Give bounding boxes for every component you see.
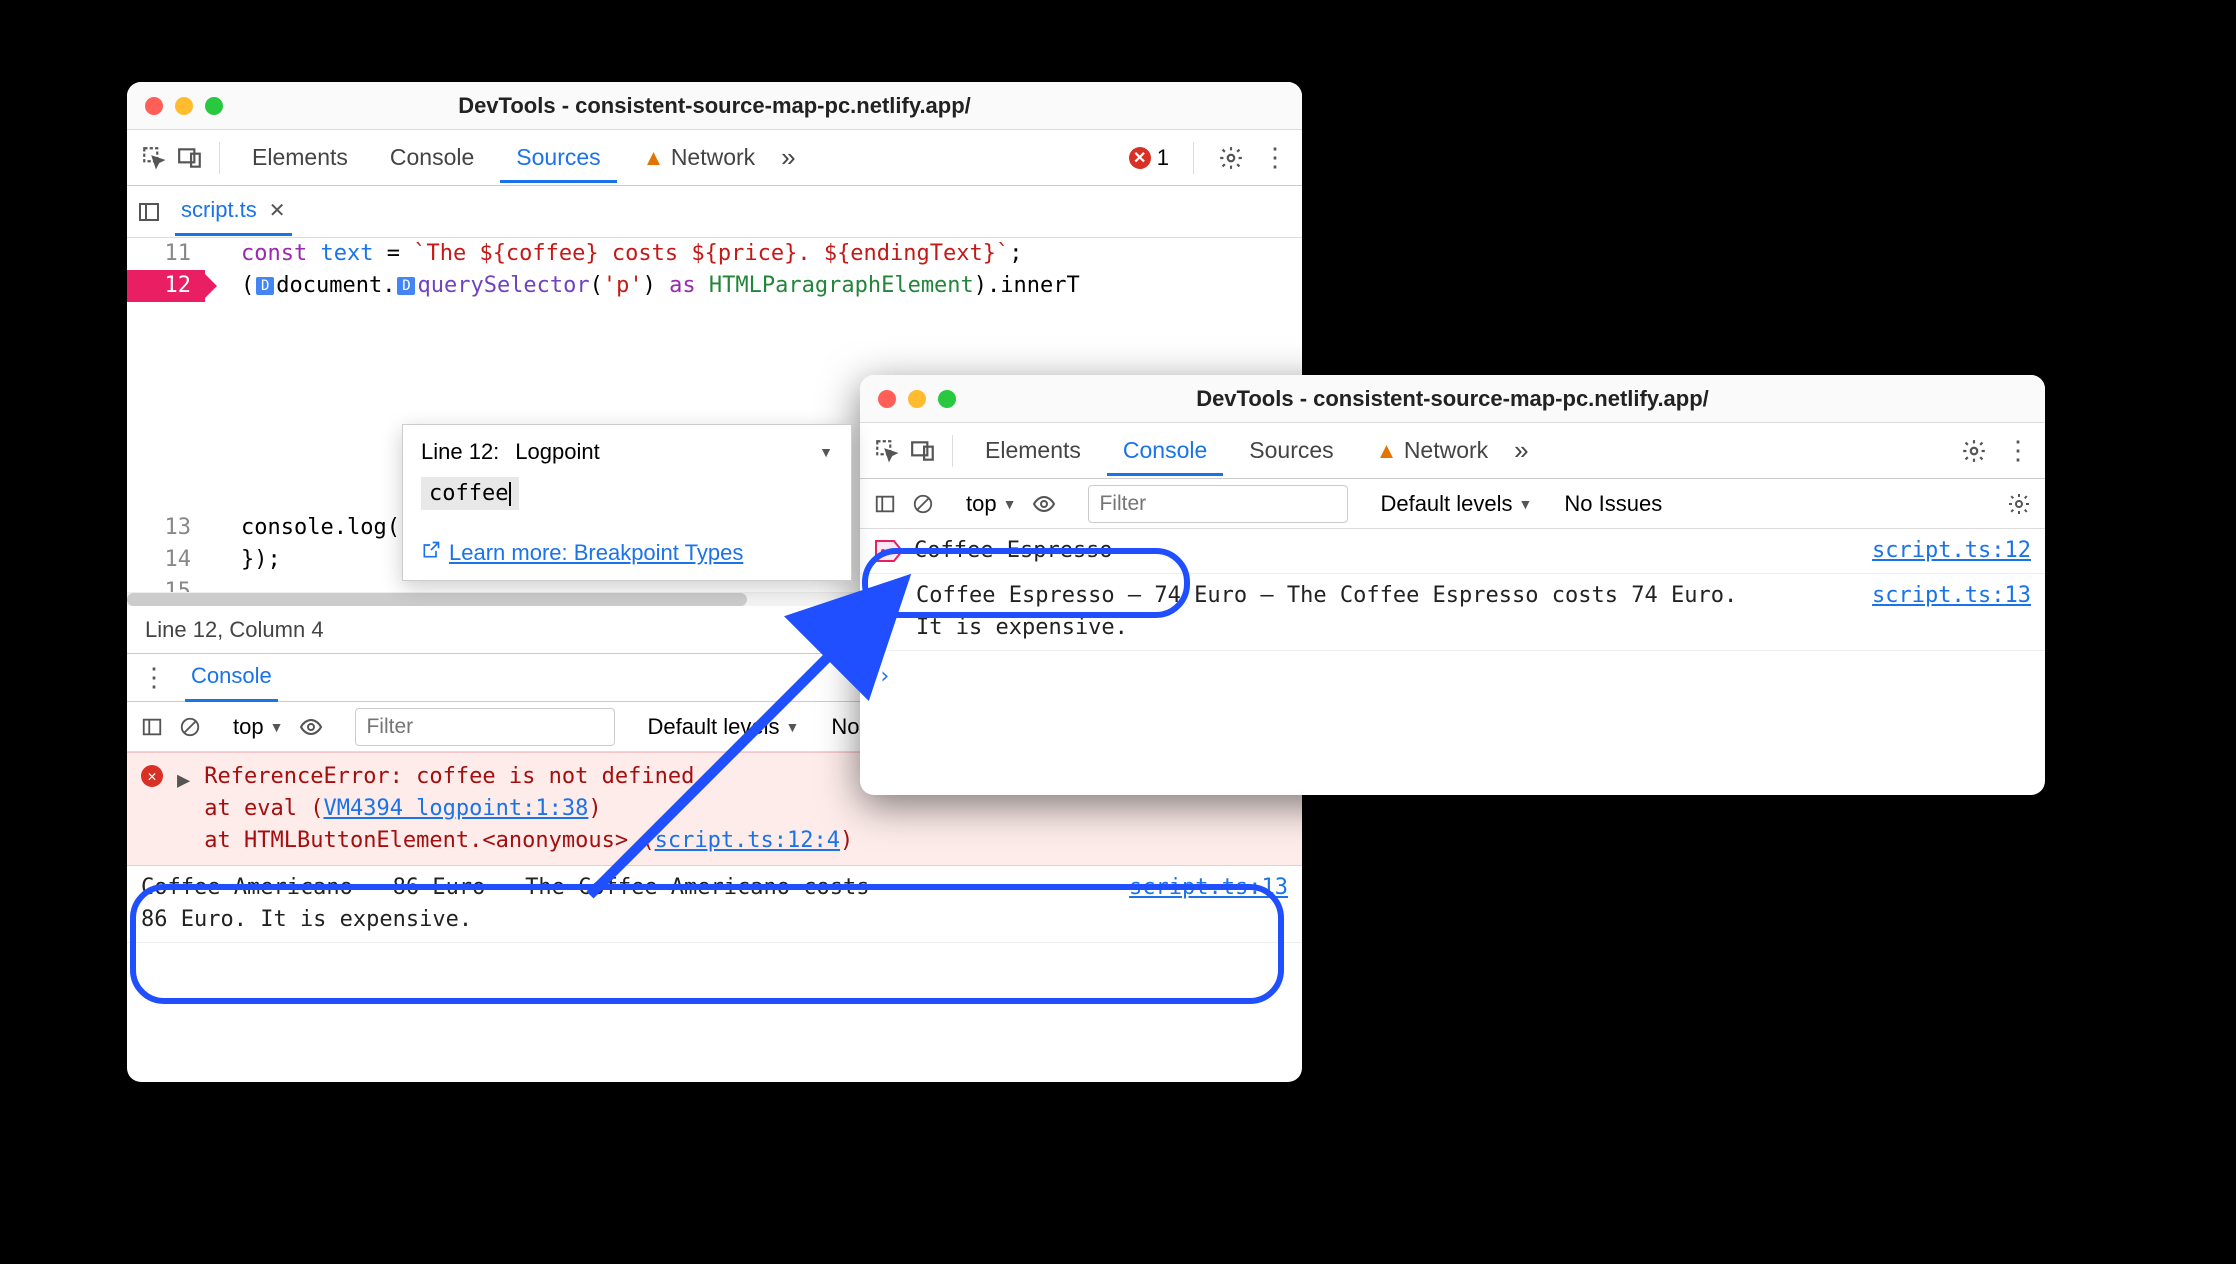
dropdown-icon[interactable]: ▼ <box>819 444 833 460</box>
debug-hint-icon[interactable]: D <box>397 277 415 295</box>
console-log-entry[interactable]: Coffee Americano – 86 Euro – The Coffee … <box>127 866 1302 943</box>
sidebar-toggle-icon[interactable] <box>874 493 896 515</box>
settings-icon[interactable] <box>1961 438 1987 464</box>
window-title: DevTools - consistent-source-map-pc.netl… <box>127 93 1302 119</box>
drawer-tab-console[interactable]: Console <box>185 653 278 702</box>
cursor-position: Line 12, Column 4 <box>145 617 324 643</box>
tab-network[interactable]: ▲ Network <box>1360 425 1505 476</box>
source-link[interactable]: script.ts:12 <box>1872 535 2031 567</box>
live-expression-icon[interactable] <box>299 715 323 739</box>
log-message: Coffee Espresso <box>914 535 1872 567</box>
source-link[interactable]: script.ts:13 <box>1129 872 1288 936</box>
stack-link[interactable]: script.ts:12:4 <box>655 828 840 853</box>
context-selector[interactable]: top▼ <box>233 714 283 740</box>
device-toolbar-icon[interactable] <box>177 145 203 171</box>
issues-label[interactable]: No Issues <box>1564 491 1662 517</box>
log-message: Coffee Espresso – 74 Euro – The Coffee E… <box>916 580 1766 644</box>
devtools-window-console: DevTools - consistent-source-map-pc.netl… <box>860 375 2045 795</box>
warning-icon: ▲ <box>1376 438 1398 463</box>
tab-elements[interactable]: Elements <box>236 132 364 183</box>
titlebar[interactable]: DevTools - consistent-source-map-pc.netl… <box>127 82 1302 130</box>
console-toolbar: top ▼ Default levels ▼ No Issues <box>860 479 2045 529</box>
line-number[interactable]: 14 <box>127 544 205 576</box>
console-output: Coffee Espresso script.ts:12 Coffee Espr… <box>860 529 2045 703</box>
kebab-menu-icon[interactable]: ⋮ <box>1262 142 1288 173</box>
learn-more-link[interactable]: Learn more: Breakpoint Types <box>421 540 833 566</box>
kebab-menu-icon[interactable]: ⋮ <box>2005 435 2031 466</box>
file-tab-row: script.ts ✕ <box>127 186 1302 238</box>
error-icon: ✕ <box>141 765 163 787</box>
maximize-window-button[interactable] <box>205 97 223 115</box>
live-expression-icon[interactable] <box>1032 492 1056 516</box>
sidebar-toggle-icon[interactable] <box>137 200 161 224</box>
close-tab-icon[interactable]: ✕ <box>269 198 286 223</box>
error-count-badge[interactable]: ✕ 1 <box>1129 145 1169 171</box>
error-icon: ✕ <box>1129 147 1151 169</box>
logpoint-marker-icon <box>874 535 904 567</box>
logpoint-expression-input[interactable]: coffee <box>421 477 519 510</box>
source-link[interactable]: script.ts:13 <box>1872 580 2031 644</box>
traffic-lights <box>878 390 956 408</box>
popover-type-label: Logpoint <box>515 439 599 465</box>
line-number-breakpoint[interactable]: 12 <box>127 270 205 302</box>
close-window-button[interactable] <box>878 390 896 408</box>
log-message: Coffee Americano – 86 Euro – The Coffee … <box>141 872 881 936</box>
console-prompt[interactable]: › <box>860 651 2045 703</box>
clear-console-icon[interactable] <box>912 493 934 515</box>
close-window-button[interactable] <box>145 97 163 115</box>
tab-elements[interactable]: Elements <box>969 425 1097 476</box>
titlebar[interactable]: DevTools - consistent-source-map-pc.netl… <box>860 375 2045 423</box>
clear-console-icon[interactable] <box>179 716 201 738</box>
tab-sources[interactable]: Sources <box>500 132 616 183</box>
line-number[interactable]: 11 <box>127 238 205 270</box>
scrollbar-thumb[interactable] <box>127 593 747 606</box>
tab-console[interactable]: Console <box>1107 425 1223 476</box>
tab-console[interactable]: Console <box>374 132 490 183</box>
expand-icon[interactable]: ▶ <box>177 765 190 857</box>
console-logpoint-entry[interactable]: Coffee Espresso script.ts:12 <box>860 529 2045 574</box>
console-log-entry[interactable]: Coffee Espresso – 74 Euro – The Coffee E… <box>860 574 2045 651</box>
log-levels-selector[interactable]: Default levels ▼ <box>647 714 799 740</box>
main-toolbar: Elements Console Sources ▲ Network » ✕ 1… <box>127 130 1302 186</box>
warning-icon: ▲ <box>643 145 665 170</box>
external-link-icon <box>421 540 441 566</box>
minimize-window-button[interactable] <box>175 97 193 115</box>
sidebar-toggle-icon[interactable] <box>141 716 163 738</box>
settings-icon[interactable] <box>1218 145 1244 171</box>
code-text: `The ${coffee} costs ${price}. ${endingT… <box>413 241 1009 266</box>
more-tabs-button[interactable]: » <box>781 142 795 173</box>
tab-sources[interactable]: Sources <box>1233 425 1349 476</box>
tab-network[interactable]: ▲ Network <box>627 132 772 183</box>
maximize-window-button[interactable] <box>938 390 956 408</box>
more-tabs-button[interactable]: » <box>1514 435 1528 466</box>
inspect-element-icon[interactable] <box>141 145 167 171</box>
window-title: DevTools - consistent-source-map-pc.netl… <box>860 386 2045 412</box>
minimize-window-button[interactable] <box>908 390 926 408</box>
traffic-lights <box>145 97 223 115</box>
debug-hint-icon[interactable]: D <box>256 277 274 295</box>
context-selector[interactable]: top ▼ <box>966 491 1016 517</box>
stack-link[interactable]: VM4394 logpoint:1:38 <box>323 796 588 821</box>
popover-line-label: Line 12: <box>421 439 499 465</box>
line-number[interactable]: 13 <box>127 512 205 544</box>
breakpoint-popover: Line 12: Logpoint ▼ coffee Learn more: B… <box>402 424 852 581</box>
console-settings-icon[interactable] <box>2007 492 2031 516</box>
main-toolbar: Elements Console Sources ▲ Network » ⋮ <box>860 423 2045 479</box>
device-toolbar-icon[interactable] <box>910 438 936 464</box>
log-levels-selector[interactable]: Default levels ▼ <box>1380 491 1532 517</box>
filter-input[interactable] <box>1088 485 1348 523</box>
kebab-menu-icon[interactable]: ⋮ <box>141 662 167 693</box>
inspect-element-icon[interactable] <box>874 438 900 464</box>
file-tab-script[interactable]: script.ts ✕ <box>175 187 292 236</box>
filter-input[interactable] <box>355 708 615 746</box>
